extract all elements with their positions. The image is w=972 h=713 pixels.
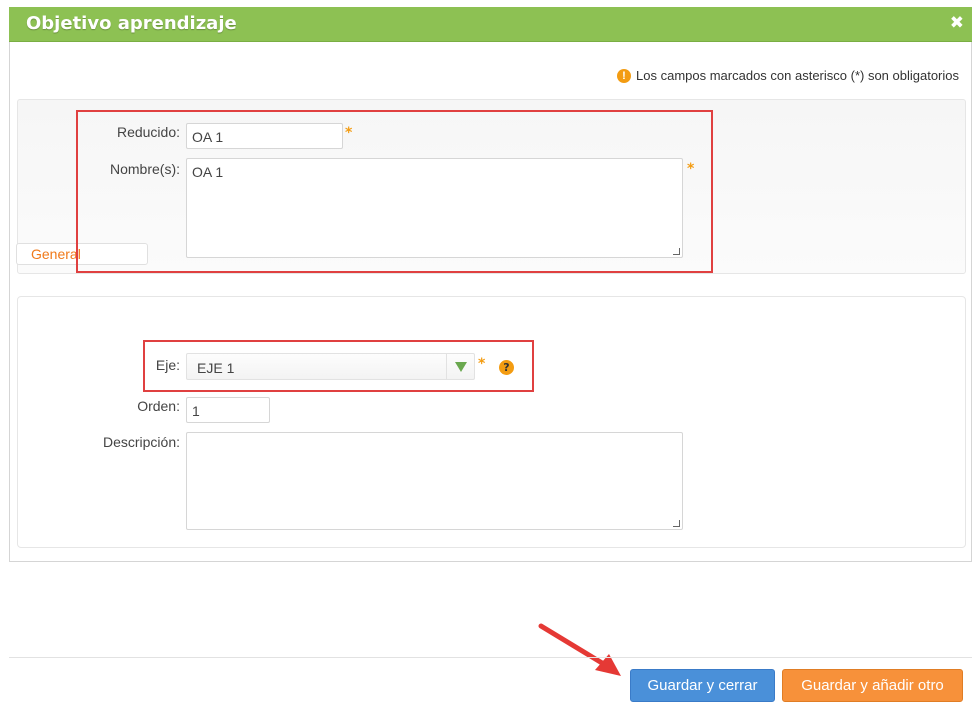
dialog-titlebar: Objetivo aprendizaje ✖: [9, 7, 972, 42]
orden-label: Orden:: [137, 398, 180, 414]
save-and-close-button[interactable]: Guardar y cerrar: [630, 669, 775, 702]
close-icon[interactable]: ✖: [950, 13, 964, 33]
save-and-add-another-button[interactable]: Guardar y añadir otro: [782, 669, 963, 702]
footer-divider: [9, 657, 972, 658]
descripcion-textarea[interactable]: [186, 432, 683, 530]
required-fields-notice: ! Los campos marcados con asterisco (*) …: [617, 68, 959, 83]
orden-input[interactable]: 1: [186, 397, 270, 423]
warning-icon: !: [617, 68, 632, 83]
resize-handle-icon[interactable]: [673, 520, 680, 527]
annotation-arrow-icon: [538, 623, 621, 676]
required-fields-notice-text: Los campos marcados con asterisco (*) so…: [636, 68, 959, 83]
descripcion-label: Descripción:: [102, 434, 180, 450]
highlight-box-main-fields: [76, 110, 713, 273]
dialog-title: Objetivo aprendizaje: [26, 13, 237, 34]
highlight-box-eje: [143, 340, 534, 392]
